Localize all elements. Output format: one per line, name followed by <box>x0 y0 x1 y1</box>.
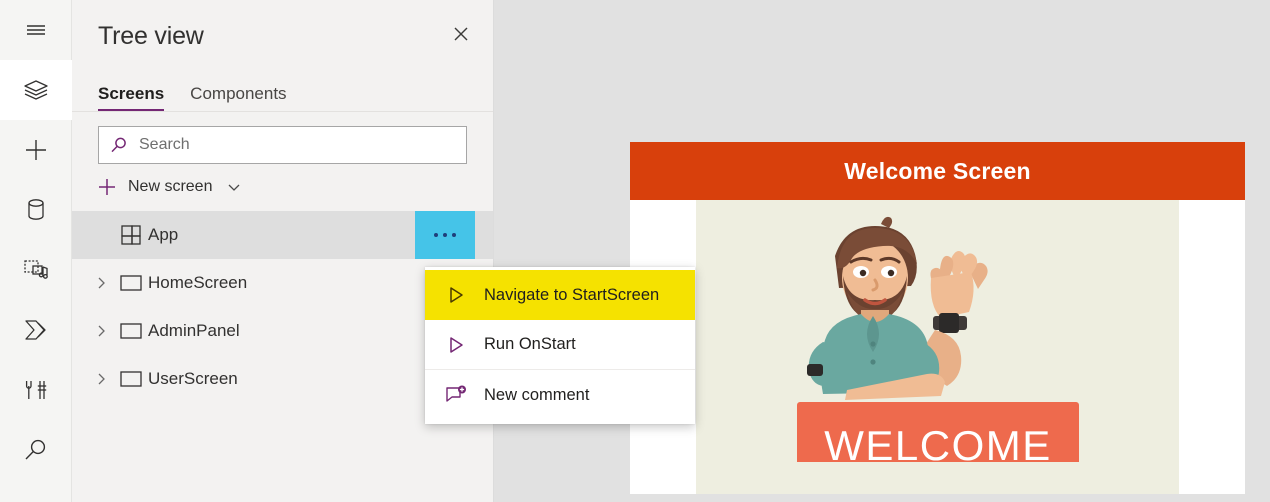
new-screen-label: New screen <box>128 178 213 195</box>
left-icon-rail <box>0 0 72 502</box>
search-container <box>72 112 493 164</box>
app-canvas: Welcome Screen WELCOME <box>494 0 1270 502</box>
layers-icon <box>21 75 51 105</box>
plus-icon <box>21 135 51 165</box>
chevron-down-icon[interactable] <box>226 179 242 195</box>
welcome-sign-text: WELCOME <box>824 422 1052 462</box>
sidebar-item-tools[interactable] <box>0 360 72 420</box>
database-icon <box>23 196 49 224</box>
menu-item-label: Run OnStart <box>484 335 576 353</box>
sidebar-item-data[interactable] <box>0 180 72 240</box>
tab-screens[interactable]: Screens <box>98 84 165 111</box>
screen-header-title: Welcome Screen <box>844 157 1031 184</box>
tree-view-header: Tree view <box>72 0 493 72</box>
tools-icon <box>23 376 49 404</box>
tree-item-label: AdminPanel <box>148 321 240 340</box>
tree-view-panel: Tree view Screens Components Search New … <box>72 0 494 502</box>
chevron-right-icon[interactable] <box>88 276 114 290</box>
media-icon <box>21 256 51 284</box>
welcome-illustration-graphic: WELCOME <box>796 216 1079 462</box>
sidebar-item-search[interactable] <box>0 420 72 480</box>
new-screen-button[interactable]: New screen <box>72 164 493 198</box>
screen-icon <box>114 322 148 340</box>
hamburger-icon <box>20 14 52 46</box>
tab-components[interactable]: Components <box>190 84 286 111</box>
menu-item-new-comment[interactable]: New comment <box>425 370 695 420</box>
sidebar-item-power-automate[interactable] <box>0 300 72 360</box>
screen-icon <box>114 370 148 388</box>
plus-icon <box>96 176 118 198</box>
search-icon <box>109 135 129 155</box>
welcome-illustration: WELCOME <box>696 200 1179 494</box>
app-screen-preview[interactable]: Welcome Screen WELCOME <box>630 142 1245 494</box>
power-automate-icon <box>21 317 51 343</box>
tree-view-tabs: Screens Components <box>72 72 493 112</box>
ellipsis-dot <box>443 233 447 237</box>
search-box[interactable] <box>98 126 467 164</box>
powerapps-studio: Tree view Screens Components Search New … <box>0 0 1270 502</box>
search-input[interactable] <box>139 136 456 154</box>
sidebar-item-tree-view[interactable] <box>0 60 72 120</box>
more-commands-button[interactable] <box>415 211 475 259</box>
sidebar-item-media[interactable] <box>0 240 72 300</box>
menu-item-label: Navigate to StartScreen <box>484 285 660 304</box>
context-menu: Navigate to StartScreen Run OnStart New … <box>425 267 695 424</box>
tree-item-label: HomeScreen <box>148 273 248 292</box>
play-triangle-icon <box>444 335 468 355</box>
play-triangle-icon <box>444 285 468 305</box>
tree-item-label: App <box>148 225 179 244</box>
page-title: Tree view <box>98 21 204 50</box>
close-button[interactable] <box>445 20 477 52</box>
close-icon <box>451 24 471 49</box>
sidebar-item-insert[interactable] <box>0 120 72 180</box>
comment-add-icon <box>444 385 468 405</box>
chevron-right-icon[interactable] <box>88 324 114 338</box>
search-icon <box>21 435 51 465</box>
app-grid-icon <box>114 224 148 246</box>
menu-item-run-onstart[interactable]: Run OnStart <box>425 320 695 370</box>
tree-item-label: UserScreen <box>148 369 238 388</box>
tree-item-app[interactable]: App <box>72 211 493 259</box>
ellipsis-dot <box>434 233 438 237</box>
menu-item-navigate-to-startscreen[interactable]: Navigate to StartScreen <box>425 270 695 320</box>
ellipsis-dot <box>452 233 456 237</box>
screen-header-bar: Welcome Screen <box>630 142 1245 200</box>
chevron-right-icon[interactable] <box>88 372 114 386</box>
screen-icon <box>114 274 148 292</box>
menu-item-label: New comment <box>484 385 590 404</box>
hamburger-menu-button[interactable] <box>0 0 72 60</box>
